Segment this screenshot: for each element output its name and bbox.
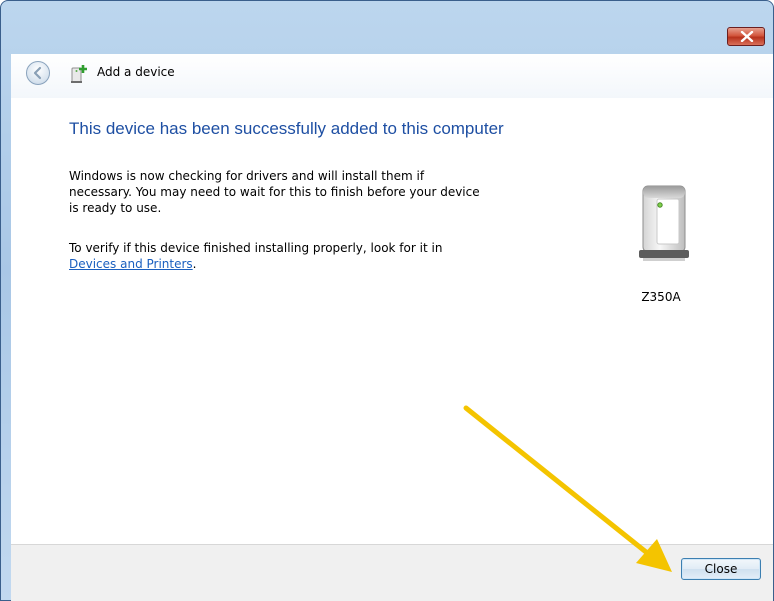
back-arrow-icon: [33, 66, 42, 80]
para2-suffix: .: [192, 257, 197, 271]
footer-bar: Close: [11, 544, 773, 601]
para2-line: To verify if this device finished instal…: [69, 241, 443, 255]
printer-icon: [639, 185, 689, 261]
device-name-label: Z350A: [641, 290, 681, 304]
add-device-icon: [71, 65, 87, 83]
para1-line: necessary. You may need to wait for this…: [69, 185, 480, 199]
nav-bar: Add a device: [11, 54, 773, 99]
para1-line: Windows is now checking for drivers and …: [69, 169, 425, 183]
window-close-button[interactable]: [727, 27, 765, 46]
back-button[interactable]: [26, 61, 50, 85]
checking-drivers-text: Windows is now checking for drivers and …: [69, 168, 480, 216]
page-heading: This device has been successfully added …: [69, 119, 504, 138]
devices-and-printers-link[interactable]: Devices and Printers: [69, 257, 193, 271]
para2-line2: Devices and Printers.: [69, 256, 442, 272]
title-bar: [1, 1, 773, 53]
close-x-icon: [740, 31, 754, 42]
close-button[interactable]: Close: [681, 558, 761, 580]
para1-line: is ready to use.: [69, 201, 162, 215]
verify-install-text: To verify if this device finished instal…: [69, 240, 442, 272]
add-device-window: Add a device This device has been succes…: [0, 0, 774, 601]
content-area: This device has been successfully added …: [11, 98, 773, 544]
nav-title: Add a device: [97, 65, 175, 79]
